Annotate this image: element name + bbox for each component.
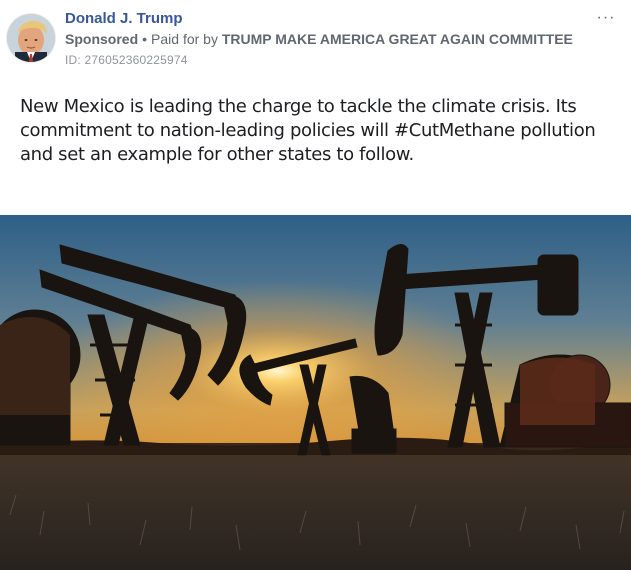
separator-dot: • bbox=[142, 31, 148, 47]
paid-for-prefix: Paid for by bbox=[151, 31, 218, 47]
avatar[interactable] bbox=[7, 14, 55, 62]
avatar-portrait-icon bbox=[7, 14, 55, 62]
post-header: Donald J. Trump Sponsored • Paid for by TR… bbox=[0, 0, 631, 80]
page-name-link[interactable]: Donald J. Trump bbox=[65, 10, 183, 27]
sponsor-line: Sponsored • Paid for by TRUMP MAKE AMERICA… bbox=[65, 31, 573, 47]
oil-pumpjacks-sunset-photo-icon bbox=[0, 215, 631, 570]
sponsored-label[interactable]: Sponsored bbox=[65, 31, 138, 47]
post-text: New Mexico is leading the charge to tack… bbox=[20, 96, 596, 165]
paid-for-by-link[interactable]: TRUMP MAKE AMERICA GREAT AGAIN COMMITTEE bbox=[222, 31, 573, 47]
more-options-icon[interactable]: ··· bbox=[594, 10, 618, 26]
ad-id: ID: 276052360225974 bbox=[65, 53, 188, 67]
post-photo[interactable] bbox=[0, 215, 631, 570]
